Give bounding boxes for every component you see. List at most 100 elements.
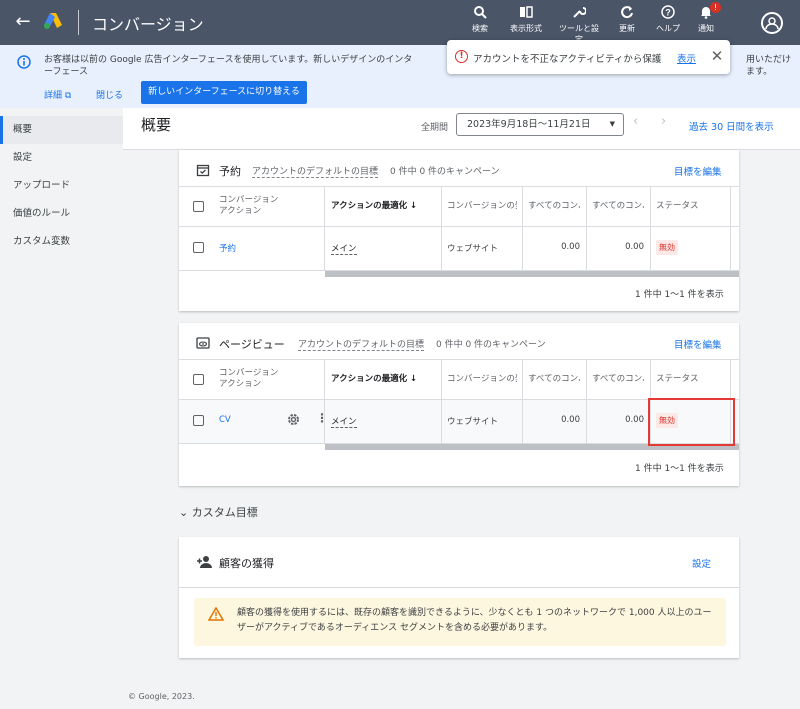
horizontal-scrollbar[interactable] (325, 271, 739, 277)
view-mode-button[interactable]: 表示形式 (503, 5, 549, 34)
campaign-count: 0 件中 0 件のキャンペーン (436, 340, 546, 350)
back-arrow-icon[interactable]: ← (12, 9, 34, 35)
goal-card-reservation: 予約 アカウントのデフォルトの目標 0 件中 0 件のキャンペーン 目標を編集 … (179, 150, 739, 311)
goal-name: ページビュー (219, 338, 285, 351)
close-banner-link[interactable]: 閉じる (96, 88, 123, 101)
sort-down-icon: ↓ (410, 201, 418, 211)
sidebar-item-uploads[interactable]: アップロード (0, 172, 123, 200)
column-header-source[interactable]: コンバージョンの発 (447, 187, 517, 226)
toast-show-link[interactable]: 表示 (677, 51, 696, 65)
select-all-checkbox[interactable] (193, 374, 204, 385)
column-header-status[interactable]: ステータス (656, 360, 716, 399)
all-conversion-value: 0.00 (625, 415, 644, 425)
more-vert-icon[interactable]: ⋮ (316, 411, 328, 425)
sidebar-item-custom-variables[interactable]: カスタム変数 (0, 228, 123, 256)
bell-icon (683, 5, 729, 23)
warning-text: 顧客の獲得を使用するには、既存の顧客を識別できるように、少なくとも 1 つのネッ… (237, 608, 712, 633)
vertical-scrollbar[interactable] (791, 150, 800, 709)
column-header-all-conversions[interactable]: すべてのコンバ (528, 360, 580, 399)
notifications-button[interactable]: ! 通知 (683, 2, 729, 34)
toast-message: アカウントを不正なアクティビティから保護 (473, 54, 662, 65)
column-header-optimization[interactable]: アクションの最適化 ↓ (331, 360, 441, 399)
footer-copyright: © Google, 2023. (128, 692, 195, 701)
table-row[interactable]: 予約 メイン ウェブサイト 0.00 0.00 無効 (179, 227, 739, 271)
edit-goal-link[interactable]: 目標を編集 (674, 164, 722, 178)
columns-icon (503, 5, 549, 23)
banner-message: お客様は以前の Google 広告インターフェースを使用しています。新しいデザイ… (44, 55, 413, 77)
source-value: ウェブサイト (447, 417, 499, 427)
status-badge: 無効 (656, 240, 678, 255)
column-header-status[interactable]: ステータス (656, 187, 716, 226)
close-icon[interactable]: ✕ (707, 45, 727, 67)
external-link-icon: ⧉ (64, 91, 72, 101)
edit-goal-link[interactable]: 目標を編集 (674, 337, 722, 351)
custom-goals-toggle[interactable]: ⌄ カスタム目標 (179, 504, 258, 520)
conversion-action-link[interactable]: 予約 (219, 242, 236, 254)
all-conversion-value: 0.00 (625, 242, 644, 252)
select-all-checkbox[interactable] (193, 201, 204, 212)
goal-name: 予約 (219, 165, 241, 178)
all-conversions-value: 0.00 (561, 242, 580, 252)
google-ads-logo[interactable] (43, 12, 63, 33)
search-button[interactable]: 検索 (457, 5, 503, 34)
goal-default-label[interactable]: アカウントのデフォルトの目標 (298, 337, 425, 351)
eye-browser-icon (196, 336, 210, 353)
sort-down-icon: ↓ (410, 374, 418, 384)
table-header: コンバージョン アクション アクションの最適化 ↓ コンバージョンの発 すべての… (179, 186, 739, 227)
page-title: コンバージョン (92, 15, 204, 34)
gear-icon[interactable] (286, 412, 301, 430)
pagination-info: 1 件中 1〜1 件を表示 (635, 464, 724, 474)
source-value: ウェブサイト (447, 244, 499, 254)
refresh-icon (604, 5, 650, 23)
main-content: 概要 全期間 2023年9月18日〜11月21日 ▼ ‹ › 過去 30 日間を表… (123, 108, 800, 709)
sidebar-item-settings[interactable]: 設定 (0, 144, 123, 172)
details-link[interactable]: 詳細 ⧉ (44, 88, 71, 101)
conversion-action-link[interactable]: CV (219, 415, 231, 425)
error-icon: ! (455, 50, 468, 63)
overview-title: 概要 (141, 116, 172, 134)
search-icon (457, 5, 503, 23)
top-app-bar: ← コンバージョン 検索 表示形式 ツールと設定 更新 ? ヘルプ ! 通知 (0, 0, 800, 45)
column-header-all-conversions[interactable]: すべてのコンバ (528, 187, 580, 226)
column-header-optimization[interactable]: アクションの最適化 ↓ (331, 187, 441, 226)
optimization-value[interactable]: メイン (331, 242, 357, 255)
pagination-info: 1 件中 1〜1 件を表示 (635, 290, 724, 300)
refresh-button[interactable]: 更新 (604, 5, 650, 34)
calendar-check-icon (196, 163, 210, 180)
person-icon (765, 17, 779, 30)
period-label: 全期間 (421, 123, 449, 133)
goal-default-label[interactable]: アカウントのデフォルトの目標 (252, 164, 379, 178)
banner-message-tail: 用いただけます。 (746, 55, 792, 77)
previous-period-icon[interactable]: ‹ (633, 114, 638, 129)
sidebar-item-value-rules[interactable]: 価値のルール (0, 200, 123, 228)
customer-acquisition-card: 顧客の獲得 設定 顧客の獲得を使用するには、既存の顧客を識別できるように、少なく… (179, 537, 739, 658)
table-header: コンバージョン アクション アクションの最適化 ↓ コンバージョンの発 すべての… (179, 359, 739, 400)
switch-interface-button[interactable]: 新しいインターフェースに切り替える (141, 81, 307, 104)
column-header-source[interactable]: コンバージョンの発 (447, 360, 517, 399)
account-avatar[interactable] (761, 12, 783, 34)
highlight-box (648, 398, 735, 446)
security-toast: ! アカウントを不正なアクティビティから保護 表示 ✕ (447, 40, 730, 74)
dropdown-arrow-icon: ▼ (609, 120, 615, 128)
campaign-count: 0 件中 0 件のキャンペーン (390, 167, 500, 177)
sidebar-item-overview[interactable]: 概要 (0, 116, 123, 144)
acquisition-title: 顧客の獲得 (219, 557, 274, 570)
last-30-days-link[interactable]: 過去 30 日間を表示 (689, 119, 774, 133)
row-checkbox[interactable] (193, 415, 204, 426)
title-divider (78, 10, 79, 35)
notification-badge: ! (710, 2, 721, 13)
row-checkbox[interactable] (193, 242, 204, 253)
svg-text:?: ? (665, 8, 671, 18)
tools-settings-button[interactable]: ツールと設定 (556, 5, 602, 45)
optimization-value[interactable]: メイン (331, 415, 357, 428)
person-add-icon (196, 555, 213, 572)
column-header-action[interactable]: コンバージョン アクション (219, 187, 319, 226)
date-range-picker[interactable]: 2023年9月18日〜11月21日 ▼ (456, 113, 624, 136)
next-period-icon[interactable]: › (661, 114, 666, 129)
column-header-action[interactable]: コンバージョン アクション (219, 360, 319, 399)
acquisition-settings-link[interactable]: 設定 (692, 556, 711, 570)
column-header-all-conversion-value[interactable]: すべてのコンバ (592, 187, 644, 226)
info-icon (17, 55, 31, 72)
sidebar: 概要 設定 アップロード 価値のルール カスタム変数 (0, 108, 123, 709)
column-header-all-conversion-value[interactable]: すべてのコンバ (592, 360, 644, 399)
